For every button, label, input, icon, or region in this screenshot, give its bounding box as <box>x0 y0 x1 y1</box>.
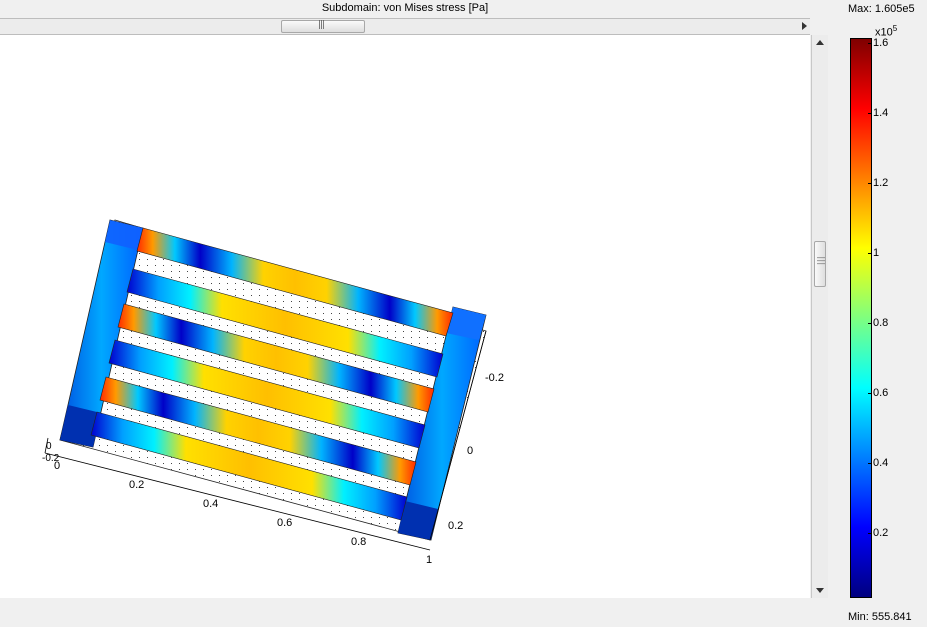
min-value-label: Min: 555.841 <box>848 611 912 623</box>
max-value-label: Max: 1.605e5 <box>848 3 915 15</box>
vertical-scrollbar[interactable]: — — — <box>811 35 828 598</box>
grip-icon: — — — <box>817 253 825 268</box>
grip-icon: ||| <box>318 20 325 30</box>
arrow-down-icon[interactable] <box>816 588 824 593</box>
colorbar-tick: 1.2 <box>867 177 889 189</box>
y-tick-label: -0.2 <box>485 372 504 384</box>
x-tick-label: 0.2 <box>129 479 144 491</box>
colorbar-tick: 1.6 <box>867 37 889 49</box>
colorbar-tick: 0.2 <box>867 527 889 539</box>
colorbar-tick: 0.4 <box>867 457 889 469</box>
z-tick-label: 0 <box>46 441 52 452</box>
plot-canvas[interactable]: 0 0.2 0.4 0.6 0.8 1 -0.2 0 0.2 0 -0.2 <box>0 35 810 598</box>
arrow-right-icon[interactable] <box>802 22 807 30</box>
x-tick-label: 0.4 <box>203 498 218 510</box>
vertical-scroll-thumb[interactable]: — — — <box>814 241 826 287</box>
colorbar-tick: 0.8 <box>867 317 889 329</box>
colorbar-tick: 0.6 <box>867 387 889 399</box>
horizontal-scrollbar[interactable]: ||| <box>0 18 810 35</box>
z-tick-label: -0.2 <box>42 453 60 464</box>
x-tick-label: 0.6 <box>277 517 292 529</box>
y-tick-label: 0 <box>467 445 473 457</box>
horizontal-scroll-thumb[interactable]: ||| <box>281 20 365 33</box>
plot-title: Subdomain: von Mises stress [Pa] <box>321 2 489 14</box>
colorbar-tick: 1 <box>867 247 880 259</box>
x-tick-label: 0.8 <box>351 536 366 548</box>
stress-plot-svg: 0 0.2 0.4 0.6 0.8 1 -0.2 0 0.2 0 -0.2 <box>42 219 504 566</box>
y-tick-label: 0.2 <box>448 520 463 532</box>
arrow-up-icon[interactable] <box>816 40 824 45</box>
colorbar-tick: 1.4 <box>867 107 889 119</box>
footer-bar <box>0 598 810 627</box>
x-tick-label: 1 <box>426 554 432 566</box>
colorbar <box>850 38 872 598</box>
